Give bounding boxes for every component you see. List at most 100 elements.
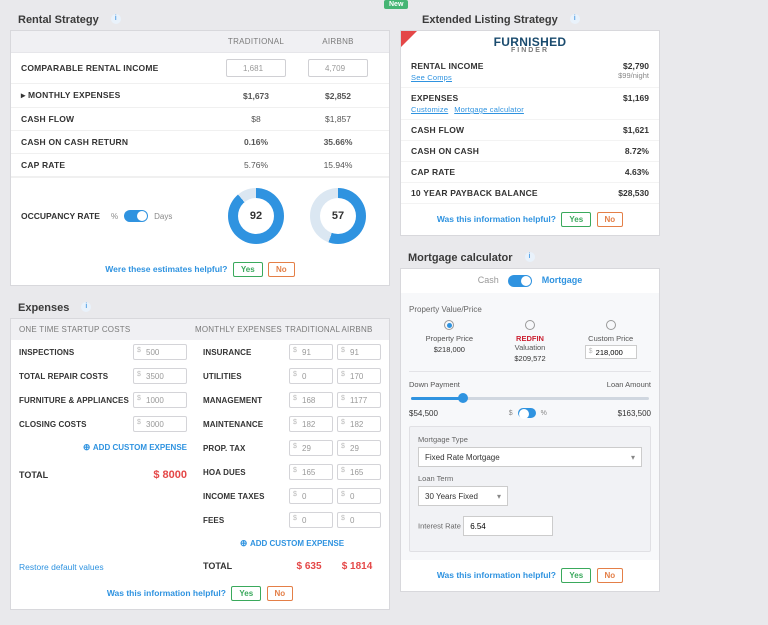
exp-label: INCOME TAXES xyxy=(203,492,285,501)
interest-rate-input[interactable] xyxy=(463,516,553,536)
proptax-trad-input[interactable] xyxy=(289,440,333,456)
rental-income-airbnb-input[interactable] xyxy=(308,59,368,77)
customize-link[interactable]: Customize xyxy=(411,105,448,114)
dp-unit-toggle[interactable] xyxy=(518,408,536,418)
incometax-trad-input[interactable] xyxy=(289,488,333,504)
management-airbnb-input[interactable] xyxy=(337,392,381,408)
exp-label: UTILITIES xyxy=(203,372,285,381)
down-payment-label: Down Payment xyxy=(409,380,460,389)
occupancy-donut-airbnb: 57 xyxy=(310,188,366,244)
redfin-radio[interactable] xyxy=(525,320,535,330)
incometax-airbnb-input[interactable] xyxy=(337,488,381,504)
ext-per-night: $99/night xyxy=(618,71,649,80)
loan-term-select[interactable]: 30 Years Fixed xyxy=(418,486,508,506)
add-custom-monthly-link[interactable]: ADD CUSTOM EXPENSE xyxy=(195,532,389,555)
ext-cap-rate: 4.63% xyxy=(625,167,649,177)
monthly-expenses-airbnb: $2,852 xyxy=(297,91,379,101)
total-label: TOTAL xyxy=(203,561,285,572)
maintenance-airbnb-input[interactable] xyxy=(337,416,381,432)
ext-rental-income: $2,790 xyxy=(618,61,649,71)
mortgage-type-select[interactable]: Fixed Rate Mortgage xyxy=(418,447,642,467)
restore-defaults-link[interactable]: Restore default values xyxy=(11,556,195,578)
inspections-input[interactable] xyxy=(133,344,187,360)
ext-label: CAP RATE xyxy=(411,167,625,177)
mortgage-calc-link[interactable]: Mortgage calculator xyxy=(454,105,524,114)
head-monthly: MONTHLY EXPENSES xyxy=(195,325,285,334)
helpful-yes-button[interactable]: Yes xyxy=(561,568,591,583)
property-price-radio[interactable] xyxy=(444,320,454,330)
row-label: CASH FLOW xyxy=(21,114,215,124)
hoa-airbnb-input[interactable] xyxy=(337,464,381,480)
hoa-trad-input[interactable] xyxy=(289,464,333,480)
ext-expenses: $1,169 xyxy=(623,93,649,103)
mortgage-type-label: Mortgage Type xyxy=(418,435,468,444)
monthly-total-airbnb: $ 1814 xyxy=(333,561,381,572)
helpful-yes-button[interactable]: Yes xyxy=(561,212,591,227)
closing-input[interactable] xyxy=(133,416,187,432)
mortgage-panel: Cash Mortgage Property Value/Price Prope… xyxy=(400,268,660,592)
management-trad-input[interactable] xyxy=(289,392,333,408)
maintenance-trad-input[interactable] xyxy=(289,416,333,432)
head-airbnb: AIRBNB xyxy=(333,325,381,334)
exp-label: FEES xyxy=(203,516,285,525)
helpful-yes-button[interactable]: Yes xyxy=(233,262,263,277)
row-label[interactable]: ▸ MONTHLY EXPENSES xyxy=(21,90,215,101)
cash-mortgage-toggle[interactable] xyxy=(508,275,532,287)
interest-rate-label: Interest Rate xyxy=(418,522,461,531)
custom-price-input[interactable] xyxy=(585,345,637,359)
col-label: Property Price xyxy=(409,334,490,343)
helpful-yes-button[interactable]: Yes xyxy=(231,586,261,601)
rental-strategy-panel: TRADITIONAL AIRBNB COMPARABLE RENTAL INC… xyxy=(10,30,390,286)
exp-label: CLOSING COSTS xyxy=(19,420,133,429)
info-icon[interactable] xyxy=(107,14,121,25)
furnished-finder-logo: FURNISHED FINDER xyxy=(401,31,659,56)
row-label: CASH ON CASH RETURN xyxy=(21,137,215,147)
fees-airbnb-input[interactable] xyxy=(337,512,381,528)
mortgage-option[interactable]: Mortgage xyxy=(542,275,583,285)
exp-label: PROP. TAX xyxy=(203,444,285,453)
add-custom-startup-link[interactable]: ADD CUSTOM EXPENSE xyxy=(11,436,195,459)
days-label: Days xyxy=(154,212,172,221)
insurance-trad-input[interactable] xyxy=(289,344,333,360)
ext-label: 10 YEAR PAYBACK BALANCE xyxy=(411,188,618,198)
see-comps-link[interactable]: See Comps xyxy=(411,73,452,82)
cash-flow-trad: $8 xyxy=(215,114,297,124)
down-payment-value: $54,500 xyxy=(409,409,438,418)
ext-label: RENTAL INCOME xyxy=(411,61,484,71)
utilities-airbnb-input[interactable] xyxy=(337,368,381,384)
furniture-input[interactable] xyxy=(133,392,187,408)
utilities-trad-input[interactable] xyxy=(289,368,333,384)
rental-strategy-title: Rental Strategy xyxy=(10,8,107,30)
cash-option[interactable]: Cash xyxy=(478,275,499,285)
down-payment-slider[interactable] xyxy=(411,397,649,400)
property-price-value: $218,000 xyxy=(409,345,490,354)
rental-income-trad-input[interactable] xyxy=(226,59,286,77)
fees-trad-input[interactable] xyxy=(289,512,333,528)
helpful-no-button[interactable]: No xyxy=(268,262,295,277)
custom-price-radio[interactable] xyxy=(606,320,616,330)
loan-term-label: Loan Term xyxy=(418,474,453,483)
proptax-airbnb-input[interactable] xyxy=(337,440,381,456)
insurance-airbnb-input[interactable] xyxy=(337,344,381,360)
head-trad: TRADITIONAL xyxy=(285,325,333,334)
helpful-text: Was this information helpful? xyxy=(107,588,226,598)
ext-label: EXPENSES xyxy=(411,93,458,103)
helpful-no-button[interactable]: No xyxy=(267,586,294,601)
helpful-no-button[interactable]: No xyxy=(597,568,624,583)
info-icon[interactable] xyxy=(521,252,535,263)
occupancy-donut-trad: 92 xyxy=(228,188,284,244)
col-label: Valuation xyxy=(490,343,571,352)
info-icon[interactable] xyxy=(566,14,580,25)
occupancy-toggle[interactable] xyxy=(124,210,148,222)
exp-label: TOTAL REPAIR COSTS xyxy=(19,372,133,381)
exp-label: INSPECTIONS xyxy=(19,348,133,357)
total-label: TOTAL xyxy=(19,470,153,480)
info-icon[interactable] xyxy=(77,302,91,313)
extended-panel: FURNISHED FINDER RENTAL INCOMESee Comps … xyxy=(400,30,660,236)
exp-label: HOA DUES xyxy=(203,468,285,477)
repair-input[interactable] xyxy=(133,368,187,384)
monthly-total-trad: $ 635 xyxy=(285,561,333,572)
helpful-no-button[interactable]: No xyxy=(597,212,624,227)
exp-label: MAINTENANCE xyxy=(203,420,285,429)
ext-payback: $28,530 xyxy=(618,188,649,198)
